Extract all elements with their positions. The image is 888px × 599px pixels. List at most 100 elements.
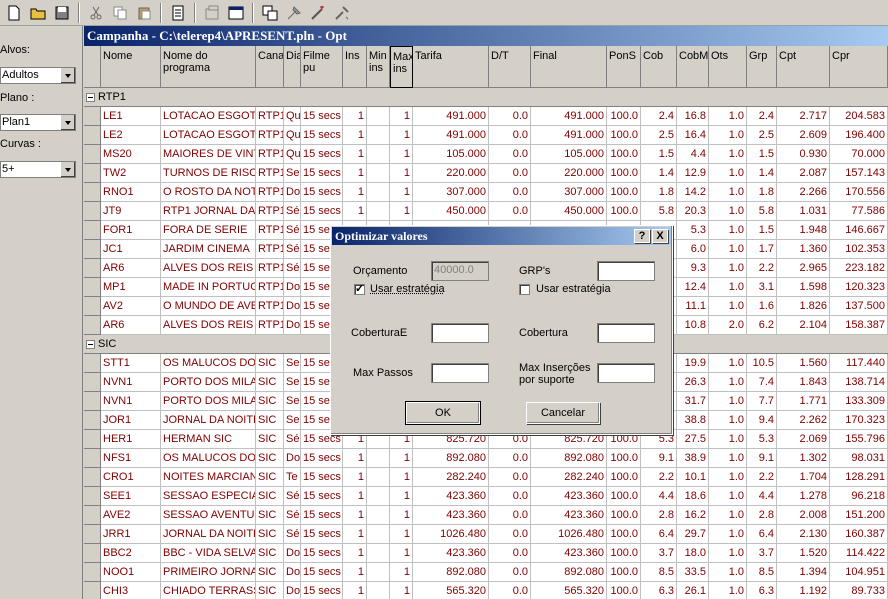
table-cell[interactable]: 2.069 — [777, 430, 830, 449]
table-cell[interactable]: MP1 — [101, 278, 161, 297]
row-indicator[interactable] — [84, 487, 101, 506]
properties-icon[interactable] — [202, 3, 222, 23]
table-row[interactable]: AVE2 SESSAO AVENTUI SIC Sé 15 secs 1 1 423.360 0… — [84, 506, 888, 525]
grps-input[interactable] — [597, 261, 655, 281]
table-cell[interactable]: 16.8 — [677, 107, 709, 126]
row-indicator[interactable] — [84, 107, 101, 126]
table-cell[interactable] — [367, 487, 390, 506]
table-cell[interactable]: 104.951 — [830, 563, 888, 582]
usar-estrategia-checkbox-2[interactable] — [519, 284, 530, 295]
column-header[interactable]: Tarifa — [413, 46, 489, 88]
table-cell[interactable]: SIC — [256, 525, 284, 544]
table-cell[interactable]: Do — [284, 582, 301, 599]
curvas-combo[interactable]: 5+ — [0, 161, 76, 178]
table-cell[interactable]: 0.0 — [489, 525, 531, 544]
column-header[interactable]: Ots — [709, 46, 747, 88]
table-cell[interactable]: 1.0 — [709, 164, 747, 183]
table-cell[interactable]: CHIADO TERRASS — [161, 582, 256, 599]
table-cell[interactable]: 1 — [390, 107, 413, 126]
table-cell[interactable]: RTP1 — [256, 221, 284, 240]
table-cell[interactable]: Do — [284, 297, 301, 316]
column-header[interactable]: Final — [531, 46, 607, 88]
table-cell[interactable]: 1.4 — [747, 164, 777, 183]
column-header[interactable]: PonS — [607, 46, 641, 88]
table-cell[interactable]: 5.3 — [677, 221, 709, 240]
table-cell[interactable]: 2.717 — [777, 107, 830, 126]
column-header[interactable]: Nome do programa — [161, 46, 256, 88]
table-cell[interactable]: 1.5 — [747, 221, 777, 240]
table-cell[interactable]: 1 — [390, 525, 413, 544]
table-cell[interactable]: 18.6 — [677, 487, 709, 506]
column-header[interactable]: Min ins — [367, 46, 390, 88]
table-cell[interactable]: 100.0 — [607, 544, 641, 563]
table-cell[interactable]: 1.0 — [709, 183, 747, 202]
maxpassos-input[interactable] — [431, 363, 489, 383]
row-indicator[interactable] — [84, 544, 101, 563]
table-cell[interactable]: 100.0 — [607, 183, 641, 202]
table-cell[interactable]: 9.3 — [677, 259, 709, 278]
table-cell[interactable]: 2.4 — [747, 107, 777, 126]
table-row[interactable]: BBC2 BBC - VIDA SELVA SIC Do 15 secs 1 1 423.36… — [84, 544, 888, 563]
table-cell[interactable]: 170.323 — [830, 411, 888, 430]
table-cell[interactable]: 1.360 — [777, 240, 830, 259]
table-cell[interactable]: 4.4 — [677, 145, 709, 164]
table-cell[interactable]: PRIMEIRO JORNAL — [161, 563, 256, 582]
table-cell[interactable]: 1 — [343, 487, 367, 506]
window-icon[interactable] — [226, 3, 246, 23]
table-cell[interactable]: 1.0 — [709, 468, 747, 487]
table-cell[interactable]: 2.965 — [777, 259, 830, 278]
table-cell[interactable]: 15 secs — [301, 487, 343, 506]
table-cell[interactable]: SIC — [256, 487, 284, 506]
column-header[interactable]: Dia — [284, 46, 301, 88]
table-cell[interactable]: PORTO DOS MILA( — [161, 373, 256, 392]
table-cell[interactable]: 2.609 — [777, 126, 830, 145]
table-cell[interactable]: 6.3 — [747, 582, 777, 599]
table-cell[interactable]: 1 — [343, 164, 367, 183]
table-cell[interactable]: 89.733 — [830, 582, 888, 599]
table-cell[interactable] — [367, 544, 390, 563]
table-cell[interactable]: ALVES DOS REIS — [161, 316, 256, 335]
table-cell[interactable]: BBC2 — [101, 544, 161, 563]
table-cell[interactable]: 450.000 — [413, 202, 489, 221]
table-cell[interactable]: 0.0 — [489, 145, 531, 164]
table-cell[interactable]: 2.262 — [777, 411, 830, 430]
close-button[interactable]: X — [652, 229, 668, 243]
table-cell[interactable]: SIC — [256, 354, 284, 373]
table-cell[interactable]: 100.0 — [607, 202, 641, 221]
table-cell[interactable]: 26.1 — [677, 582, 709, 599]
table-cell[interactable]: 133.309 — [830, 392, 888, 411]
table-cell[interactable]: RTP1 — [256, 202, 284, 221]
table-cell[interactable]: PORTO DOS MILA( — [161, 392, 256, 411]
table-cell[interactable]: Do — [284, 278, 301, 297]
table-cell[interactable]: 146.667 — [830, 221, 888, 240]
table-cell[interactable]: 5.8 — [641, 202, 677, 221]
column-header[interactable]: Cob — [641, 46, 677, 88]
table-cell[interactable]: 307.000 — [413, 183, 489, 202]
table-cell[interactable]: 892.080 — [413, 449, 489, 468]
table-row[interactable]: TW2 TURNOS DE RISCO RTP1 Se 15 secs 1 1 220.000… — [84, 164, 888, 183]
table-cell[interactable]: 2.008 — [777, 506, 830, 525]
table-cell[interactable]: SIC — [256, 411, 284, 430]
copy-icon[interactable] — [110, 3, 130, 23]
table-cell[interactable] — [367, 107, 390, 126]
table-cell[interactable]: 1.0 — [709, 582, 747, 599]
table-cell[interactable]: SESSAO AVENTUI — [161, 506, 256, 525]
orcamento-input[interactable]: 40000.0 — [431, 261, 489, 281]
table-cell[interactable]: 3.7 — [747, 544, 777, 563]
table-cell[interactable]: 77.586 — [830, 202, 888, 221]
table-cell[interactable]: 1 — [343, 126, 367, 145]
table-cell[interactable]: 117.440 — [830, 354, 888, 373]
table-cell[interactable] — [367, 468, 390, 487]
table-cell[interactable]: Do — [284, 563, 301, 582]
collapse-icon[interactable] — [86, 340, 95, 349]
table-cell[interactable]: 102.353 — [830, 240, 888, 259]
table-cell[interactable]: 1.278 — [777, 487, 830, 506]
row-indicator[interactable] — [84, 240, 101, 259]
plano-combo[interactable]: Plan1 — [0, 114, 76, 131]
table-row[interactable]: CRO1 NOITES MARCIANA SIC Te 15 secs 1 1 282.240… — [84, 468, 888, 487]
table-cell[interactable]: OS MALUCOS DO — [161, 449, 256, 468]
table-cell[interactable]: 15 secs — [301, 563, 343, 582]
table-cell[interactable]: 26.3 — [677, 373, 709, 392]
column-header[interactable]: Max ins — [390, 46, 413, 88]
table-cell[interactable]: BBC - VIDA SELVA — [161, 544, 256, 563]
